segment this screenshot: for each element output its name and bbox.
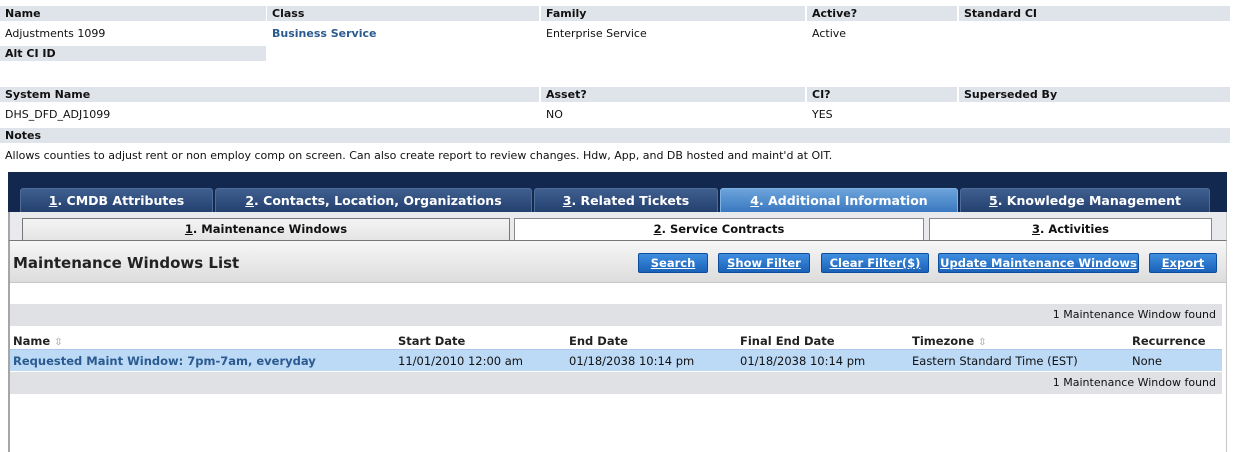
tab-additional-information[interactable]: 4. Additional Information xyxy=(720,188,958,212)
name-value: Adjustments 1099 xyxy=(5,27,106,40)
maintenance-windows-panel: Maintenance Windows List Search Show Fil… xyxy=(8,240,1227,452)
list-title: Maintenance Windows List xyxy=(13,254,240,272)
search-button[interactable]: Search xyxy=(638,253,708,273)
asset-value: NO xyxy=(546,108,563,121)
notes-label: Notes xyxy=(0,128,1230,143)
family-value: Enterprise Service xyxy=(546,27,647,40)
tab-knowledge-management[interactable]: 5. Knowledge Management xyxy=(960,188,1210,212)
recurrence-cell: None xyxy=(1132,354,1163,368)
show-filter-button[interactable]: Show Filter xyxy=(718,253,810,273)
subtab-activities[interactable]: 3. Activities xyxy=(929,218,1212,240)
active-value: Active xyxy=(812,27,847,40)
maintenance-window-name-link[interactable]: Requested Maint Window: 7pm-7am, everyda… xyxy=(13,350,316,372)
main-tab-bar: 1. CMDB Attributes 2. Contacts, Location… xyxy=(8,172,1227,212)
standard-ci-label: Standard CI xyxy=(959,6,1230,21)
update-maintenance-windows-button[interactable]: Update Maintenance Windows xyxy=(938,253,1139,273)
timezone-cell: Eastern Standard Time (EST) xyxy=(912,354,1078,368)
name-label: Name xyxy=(0,6,266,21)
column-header-timezone[interactable]: Timezone ⇳ xyxy=(912,333,987,349)
start-date-cell: 11/01/2010 12:00 am xyxy=(398,354,523,368)
alt-ci-label: Alt CI ID xyxy=(0,46,266,61)
active-label: Active? xyxy=(807,6,957,21)
ci-value: YES xyxy=(812,108,833,121)
ci-label: CI? xyxy=(807,87,957,102)
clear-filter-button[interactable]: Clear Filter($) xyxy=(821,253,929,273)
notes-value: Allows counties to adjust rent or non em… xyxy=(5,149,833,162)
sub-tab-bar: 1. Maintenance Windows 2. Service Contra… xyxy=(8,212,1227,240)
column-header-name[interactable]: Name ⇳ xyxy=(13,333,63,349)
subtab-service-contracts[interactable]: 2. Service Contracts xyxy=(514,218,924,240)
family-label: Family xyxy=(541,6,805,21)
system-name-value: DHS_DFD_ADJ1099 xyxy=(5,108,111,121)
final-end-date-cell: 01/18/2038 10:14 pm xyxy=(740,354,866,368)
tab-related-tickets[interactable]: 3. Related Tickets xyxy=(534,188,718,212)
column-header-final-end-date: Final End Date xyxy=(740,334,835,348)
column-header-start-date: Start Date xyxy=(398,334,466,348)
list-toolbar: Maintenance Windows List Search Show Fil… xyxy=(10,241,1226,283)
sort-icon: ⇳ xyxy=(54,337,63,348)
sort-icon: ⇳ xyxy=(978,337,987,348)
column-header-recurrence: Recurrence xyxy=(1132,334,1206,348)
column-header-end-date: End Date xyxy=(569,334,628,348)
superseded-label: Superseded By xyxy=(959,87,1230,102)
class-label: Class xyxy=(267,6,539,21)
table-row[interactable]: Requested Maint Window: 7pm-7am, everyda… xyxy=(10,349,1222,371)
class-link[interactable]: Business Service xyxy=(267,26,376,41)
system-name-label: System Name xyxy=(0,87,539,102)
result-count-top: 1 Maintenance Window found xyxy=(10,304,1222,326)
subtab-maintenance-windows[interactable]: 1. Maintenance Windows xyxy=(22,218,510,240)
tab-cmdb-attributes[interactable]: 1. CMDB Attributes xyxy=(20,188,213,212)
export-button[interactable]: Export xyxy=(1149,253,1217,273)
end-date-cell: 01/18/2038 10:14 pm xyxy=(569,354,695,368)
tab-contacts-location-organizations[interactable]: 2. Contacts, Location, Organizations xyxy=(215,188,532,212)
asset-label: Asset? xyxy=(541,87,805,102)
result-count-bottom: 1 Maintenance Window found xyxy=(10,372,1222,394)
